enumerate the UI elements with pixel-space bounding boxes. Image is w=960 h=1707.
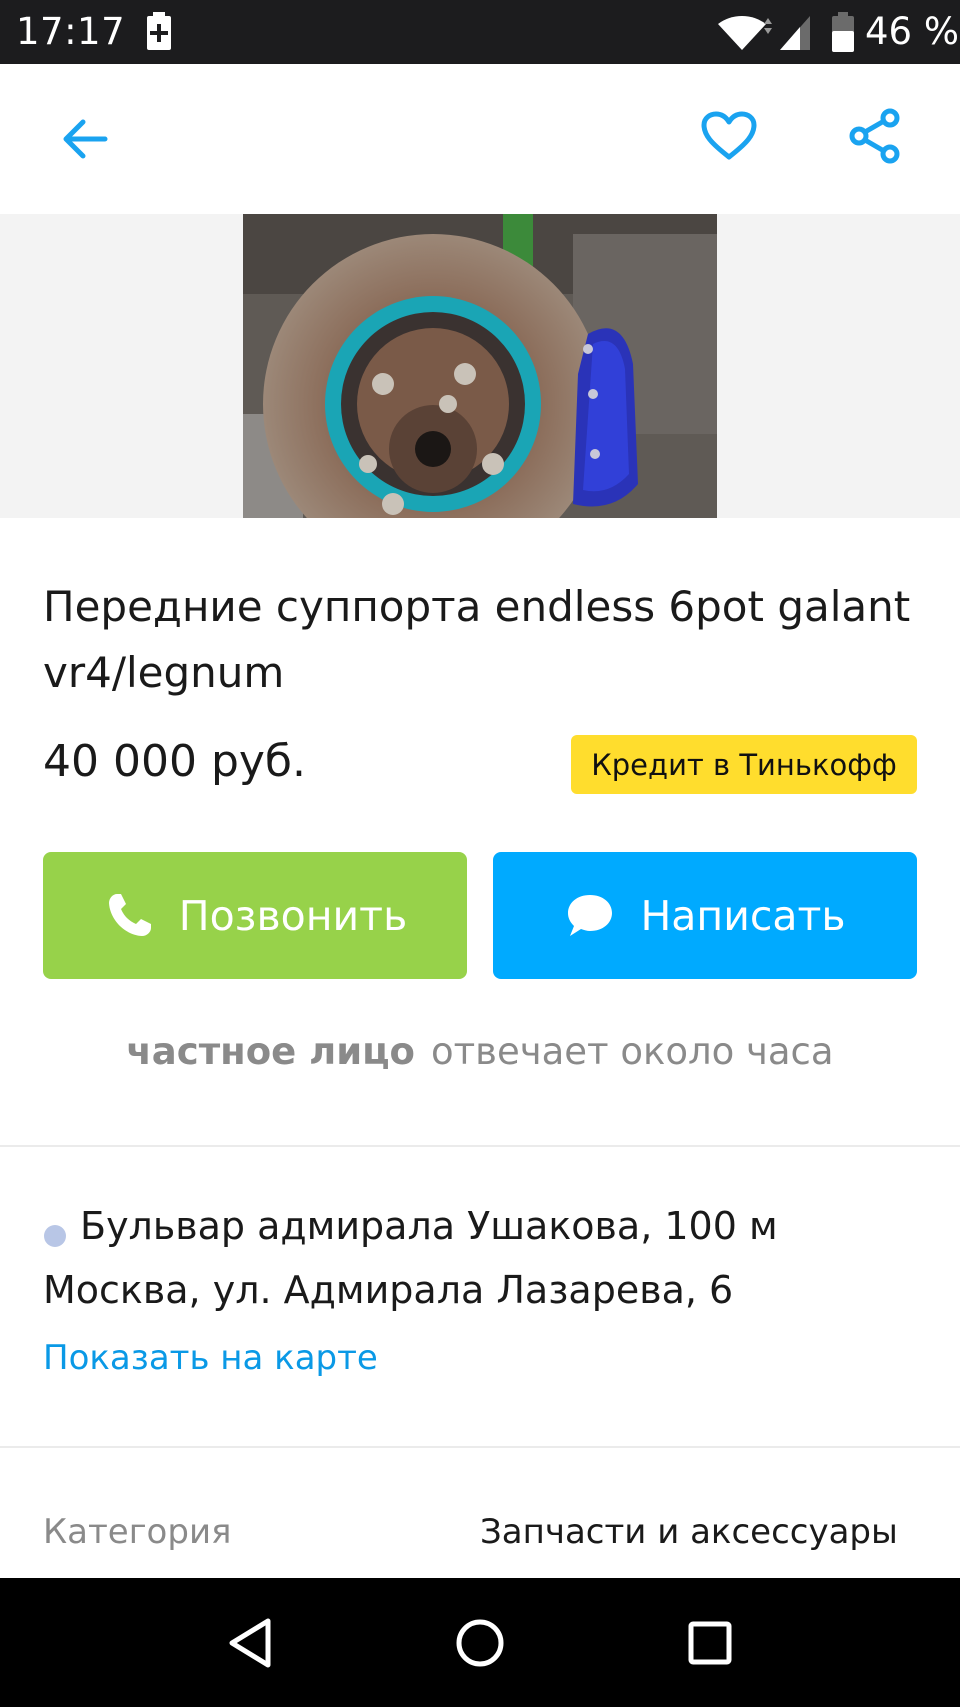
seller-type: частное лицо: [126, 1030, 415, 1073]
back-arrow-icon: [63, 119, 108, 159]
battery-percent: 46 %: [865, 10, 959, 53]
system-nav-bar: [0, 1578, 960, 1707]
listing-title: Передние суппорта endless 6pot galant vr…: [43, 582, 911, 697]
nav-recents-icon: [688, 1621, 732, 1665]
nav-recents-button[interactable]: [665, 1598, 755, 1688]
cellular-signal-icon: [780, 16, 810, 50]
call-button-label: Позвонить: [178, 891, 408, 940]
message-button[interactable]: Написать: [493, 852, 917, 979]
listing-price: 40 000 руб.: [43, 736, 307, 787]
favorite-button[interactable]: [694, 101, 764, 171]
heart-icon: [701, 111, 757, 160]
category-value: Запчасти и аксессуары: [480, 1512, 898, 1552]
show-on-map-link[interactable]: Показать на карте: [43, 1338, 378, 1378]
divider: [0, 1446, 960, 1448]
metro-station: Бульвар адмирала Ушакова, 100 м: [80, 1204, 778, 1248]
seller-response-time: отвечает около часа: [430, 1030, 834, 1073]
credit-button[interactable]: Кредит в Тинькофф: [571, 735, 917, 794]
app-bar: [0, 64, 960, 214]
listing-address: Москва, ул. Адмирала Лазарева, 6: [43, 1268, 734, 1312]
back-button[interactable]: [50, 104, 120, 174]
nav-back-icon: [229, 1618, 271, 1668]
nav-home-button[interactable]: [435, 1598, 525, 1688]
battery-icon: [832, 12, 854, 52]
nav-back-button[interactable]: [205, 1598, 295, 1688]
phone-icon: [108, 893, 151, 936]
brake-caliper-photo: [243, 214, 717, 518]
call-button[interactable]: Позвонить: [43, 852, 467, 979]
battery-saver-icon: [147, 12, 171, 50]
category-label: Категория: [43, 1512, 232, 1552]
chat-bubble-icon: [568, 894, 613, 936]
share-icon: [849, 108, 900, 164]
divider: [0, 1145, 960, 1147]
nav-home-icon: [456, 1619, 504, 1667]
status-time: 17:17: [16, 10, 126, 53]
share-button[interactable]: [840, 101, 910, 171]
wifi-icon: [718, 16, 772, 50]
metro-line-dot: [44, 1225, 66, 1247]
listing-photo[interactable]: [243, 214, 717, 518]
seller-info: частное лицо отвечает около часа: [0, 1030, 960, 1073]
message-button-label: Написать: [640, 891, 846, 940]
status-bar: 17:17 46 %: [0, 0, 960, 64]
